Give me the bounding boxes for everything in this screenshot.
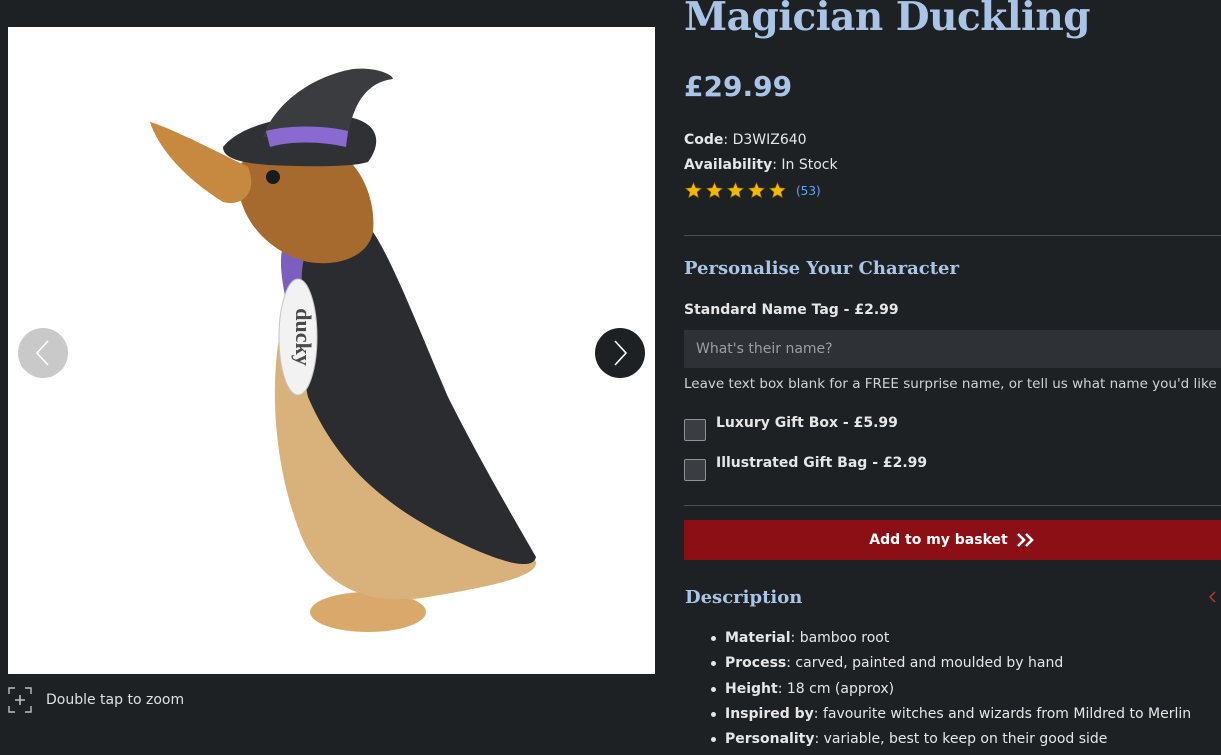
star-icon — [768, 181, 787, 199]
item-key: Height — [725, 680, 778, 697]
next-image-button[interactable] — [595, 328, 645, 378]
item-value: variable, best to keep on their good sid… — [823, 731, 1108, 748]
product-title: Magician Duckling — [684, 0, 1091, 40]
item-value: bamboo root — [799, 630, 890, 646]
duck-eye — [266, 170, 280, 184]
name-tag-input[interactable] — [684, 330, 1221, 368]
previous-image-button[interactable] — [18, 328, 68, 378]
list-item: Inspired by: favourite witches and wizar… — [710, 703, 1192, 728]
name-tag-label: Standard Name Tag - £2.99 — [684, 302, 899, 318]
rating-stars[interactable]: (53) — [684, 181, 821, 200]
product-code: Code: D3WIZ640 — [684, 132, 807, 148]
zoom-hint-text: Double tap to zoom — [46, 692, 185, 708]
chevron-right-icon — [614, 340, 628, 366]
chevron-left-icon — [35, 340, 49, 366]
divider — [684, 235, 1221, 236]
product-price: £29.99 — [684, 70, 793, 103]
item-value: carved, painted and moulded by hand — [795, 655, 1064, 672]
star-icon — [726, 181, 745, 199]
divider — [684, 505, 1221, 506]
gift-box-option[interactable]: Luxury Gift Box - £5.99 — [684, 415, 898, 441]
item-value: 18 cm (approx) — [786, 680, 895, 697]
star-icon — [684, 181, 703, 199]
add-to-basket-button[interactable]: Add to my basket — [684, 520, 1221, 560]
product-gallery: ducky — [8, 27, 655, 674]
name-tag-hint: Leave text box blank for a FREE surprise… — [684, 376, 1217, 392]
zoom-icon — [8, 687, 32, 713]
gift-box-label[interactable]: Luxury Gift Box - £5.99 — [716, 415, 898, 431]
item-key: Personality — [725, 731, 815, 748]
item-value: favourite witches and wizards from Mildr… — [822, 705, 1192, 722]
list-item: Process: carved, painted and moulded by … — [710, 652, 1191, 677]
zoom-hint: Double tap to zoom — [8, 687, 184, 713]
availability-value: In Stock — [781, 157, 838, 173]
list-item: Personality: variable, best to keep on t… — [710, 728, 1191, 753]
item-key: Inspired by — [725, 705, 814, 722]
hat-cone — [263, 68, 393, 137]
star-icon — [705, 181, 724, 199]
star-icon — [747, 181, 766, 199]
gift-bag-checkbox[interactable] — [684, 459, 706, 481]
list-item: Material: bamboo root — [710, 627, 1191, 652]
gift-bag-option[interactable]: Illustrated Gift Bag - £2.99 — [684, 455, 927, 481]
add-to-basket-label: Add to my basket — [869, 532, 1008, 548]
gift-box-checkbox[interactable] — [684, 419, 706, 441]
product-image[interactable]: ducky — [8, 27, 655, 674]
review-count-link[interactable]: (53) — [796, 184, 821, 198]
description-heading[interactable]: Description — [685, 587, 802, 608]
item-key: Process — [725, 655, 787, 672]
chevron-left-icon[interactable] — [1207, 590, 1217, 604]
duck-beak — [150, 122, 252, 203]
description-list: Material: bamboo root Process: carved, p… — [710, 627, 1192, 753]
code-label: Code — [684, 132, 724, 148]
item-key: Material — [725, 630, 791, 646]
personalise-heading: Personalise Your Character — [684, 258, 959, 279]
availability-label: Availability — [684, 157, 773, 173]
list-item: Height: 18 cm (approx) — [710, 678, 1191, 703]
double-chevron-right-icon — [1016, 533, 1034, 547]
product-availability: Availability: In Stock — [684, 157, 838, 173]
gift-bag-label[interactable]: Illustrated Gift Bag - £2.99 — [716, 455, 927, 471]
name-tag-text: ducky — [291, 308, 316, 365]
code-value: D3WIZ640 — [732, 132, 807, 148]
